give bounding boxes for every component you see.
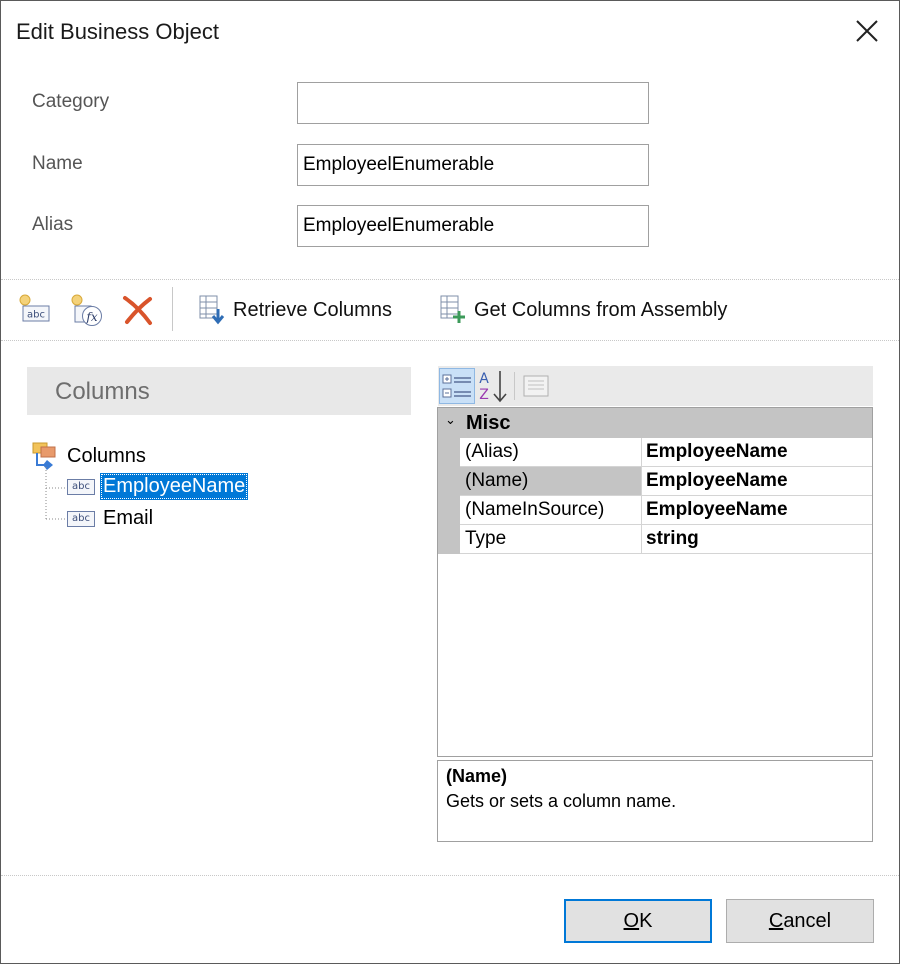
tree-root-label: Columns bbox=[67, 444, 146, 467]
category-misc[interactable]: ⌄ Misc bbox=[438, 408, 872, 438]
tree-item-email[interactable]: abc Email bbox=[67, 505, 156, 532]
name-label: Name bbox=[32, 153, 83, 174]
cancel-mnemonic: C bbox=[768, 910, 784, 932]
property-description-panel: (Name) Gets or sets a column name. bbox=[437, 760, 873, 842]
property-name[interactable]: (Name) bbox=[460, 467, 642, 495]
collapse-chevron-icon[interactable]: ⌄ bbox=[445, 412, 456, 428]
row-gutter bbox=[438, 438, 460, 467]
property-row-nameinsource: (NameInSource) EmployeeName bbox=[438, 496, 872, 525]
tree-connector-lines bbox=[45, 467, 67, 520]
edit-business-object-dialog: Edit Business Object Category Name Alias… bbox=[0, 0, 900, 964]
add-columns-icon bbox=[440, 295, 465, 323]
row-gutter bbox=[438, 467, 460, 496]
property-name[interactable]: (NameInSource) bbox=[460, 496, 642, 524]
dialog-title: Edit Business Object bbox=[16, 19, 219, 44]
retrieve-columns-button[interactable]: Retrieve Columns bbox=[199, 295, 392, 325]
property-value[interactable]: EmployeeName bbox=[643, 438, 872, 466]
get-columns-from-assembly-label: Get Columns from Assembly bbox=[474, 298, 728, 321]
separator-top bbox=[1, 279, 899, 280]
row-gutter bbox=[438, 496, 460, 525]
property-row-name: (Name) EmployeeName bbox=[438, 467, 872, 496]
new-column-icon: abc bbox=[19, 294, 50, 322]
cancel-button[interactable]: Cancel bbox=[726, 899, 874, 943]
property-row-type: Type string bbox=[438, 525, 872, 554]
columns-panel-title: Columns bbox=[55, 378, 150, 405]
close-button[interactable] bbox=[847, 11, 887, 51]
new-calculated-column-icon: fx bbox=[71, 294, 102, 326]
property-name[interactable]: Type bbox=[460, 525, 642, 553]
ok-label-rest: K bbox=[639, 910, 653, 932]
svg-text:Z: Z bbox=[479, 387, 489, 403]
categorized-icon bbox=[442, 374, 471, 398]
string-column-icon: abc bbox=[67, 510, 95, 527]
get-columns-from-assembly-button[interactable]: Get Columns from Assembly bbox=[440, 295, 727, 325]
ok-mnemonic: O bbox=[623, 910, 640, 932]
property-name[interactable]: (Alias) bbox=[460, 438, 642, 466]
ok-button[interactable]: OK bbox=[564, 899, 712, 943]
retrieve-columns-label: Retrieve Columns bbox=[233, 298, 392, 321]
category-input[interactable] bbox=[297, 82, 649, 124]
tree-item-label: Email bbox=[103, 507, 154, 529]
cancel-label-rest: ancel bbox=[783, 910, 832, 932]
add-calculated-column-button[interactable]: fx bbox=[69, 293, 105, 327]
sort-alphabetical-icon: A Z bbox=[479, 371, 507, 403]
property-value[interactable]: string bbox=[643, 525, 872, 553]
close-icon bbox=[856, 20, 878, 42]
toolbar-divider bbox=[172, 287, 173, 331]
property-grid-toolbar: A Z bbox=[438, 366, 873, 406]
svg-text:fx: fx bbox=[85, 310, 97, 324]
delete-column-button[interactable] bbox=[122, 294, 154, 326]
retrieve-columns-icon bbox=[199, 295, 225, 325]
property-row-alias: (Alias) EmployeeName bbox=[438, 438, 872, 467]
property-value[interactable]: EmployeeName bbox=[643, 496, 872, 524]
separator-toolbar bbox=[1, 340, 899, 341]
alias-input[interactable] bbox=[297, 205, 649, 247]
delete-icon bbox=[123, 296, 152, 325]
property-value[interactable]: EmployeeName bbox=[643, 467, 872, 495]
separator-bottom bbox=[1, 875, 899, 876]
string-column-icon: abc bbox=[67, 478, 95, 495]
columns-panel-header: Columns bbox=[27, 367, 411, 415]
description-title: (Name) bbox=[446, 766, 508, 786]
svg-text:abc: abc bbox=[27, 310, 45, 321]
tree-item-label: EmployeeName bbox=[100, 473, 249, 500]
property-pages-button[interactable] bbox=[518, 368, 554, 404]
category-label: Category bbox=[32, 91, 110, 112]
tree-item-employeename[interactable]: abc EmployeeName bbox=[67, 473, 249, 500]
svg-text:A: A bbox=[479, 371, 489, 387]
name-input[interactable] bbox=[297, 144, 649, 186]
description-text: Gets or sets a column name. bbox=[446, 791, 677, 811]
property-grid: ⌄ Misc (Alias) EmployeeName (Name) Emplo… bbox=[437, 407, 873, 757]
property-pages-icon bbox=[523, 375, 549, 397]
add-column-button[interactable]: abc bbox=[17, 293, 51, 325]
alphabetical-view-button[interactable]: A Z bbox=[475, 368, 511, 404]
row-gutter bbox=[438, 525, 460, 554]
pg-toolbar-divider bbox=[514, 372, 515, 400]
category-label: Misc bbox=[466, 412, 511, 434]
categorized-view-button[interactable] bbox=[439, 368, 475, 404]
alias-label: Alias bbox=[32, 214, 74, 235]
